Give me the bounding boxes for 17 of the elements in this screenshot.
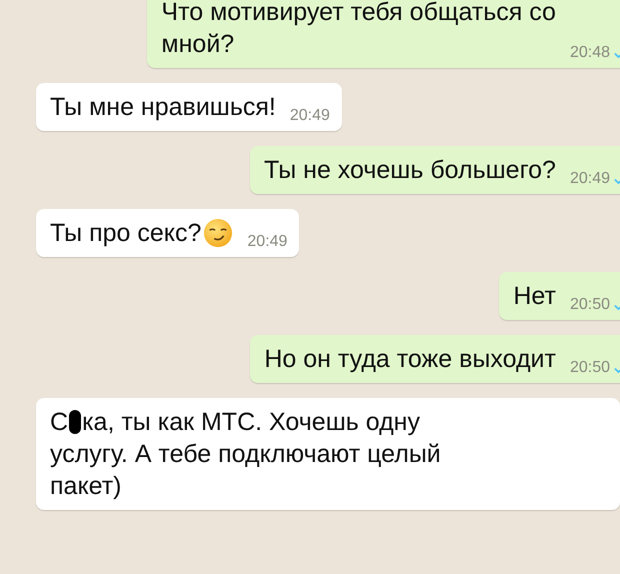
message-time: 20:50 (570, 296, 610, 314)
message-text: пакет) (50, 471, 123, 502)
message-time: 20:50 (570, 359, 610, 377)
message-text: Нет (513, 281, 556, 312)
message-text: Что мотивирует тебя общаться со (161, 0, 556, 28)
message-text: услугу. А тебе подключают целый (50, 439, 441, 470)
message-time: 20:49 (290, 107, 330, 125)
message-text: Ты не хочешь большего? (264, 155, 556, 186)
message-text: Ты мне нравишься! (50, 92, 276, 123)
censor-mark (69, 410, 82, 434)
message-text: Но он туда тоже выходит (264, 344, 556, 375)
message-text: С ка, ты как МТС. Хочешь одну (50, 407, 421, 438)
message-text: мной? (161, 29, 236, 60)
message-time: 20:49 (247, 233, 288, 251)
message-time: 20:49 (570, 170, 610, 188)
message-text: Ты про секс? (50, 217, 234, 249)
message-time: 20:48 (570, 44, 610, 62)
